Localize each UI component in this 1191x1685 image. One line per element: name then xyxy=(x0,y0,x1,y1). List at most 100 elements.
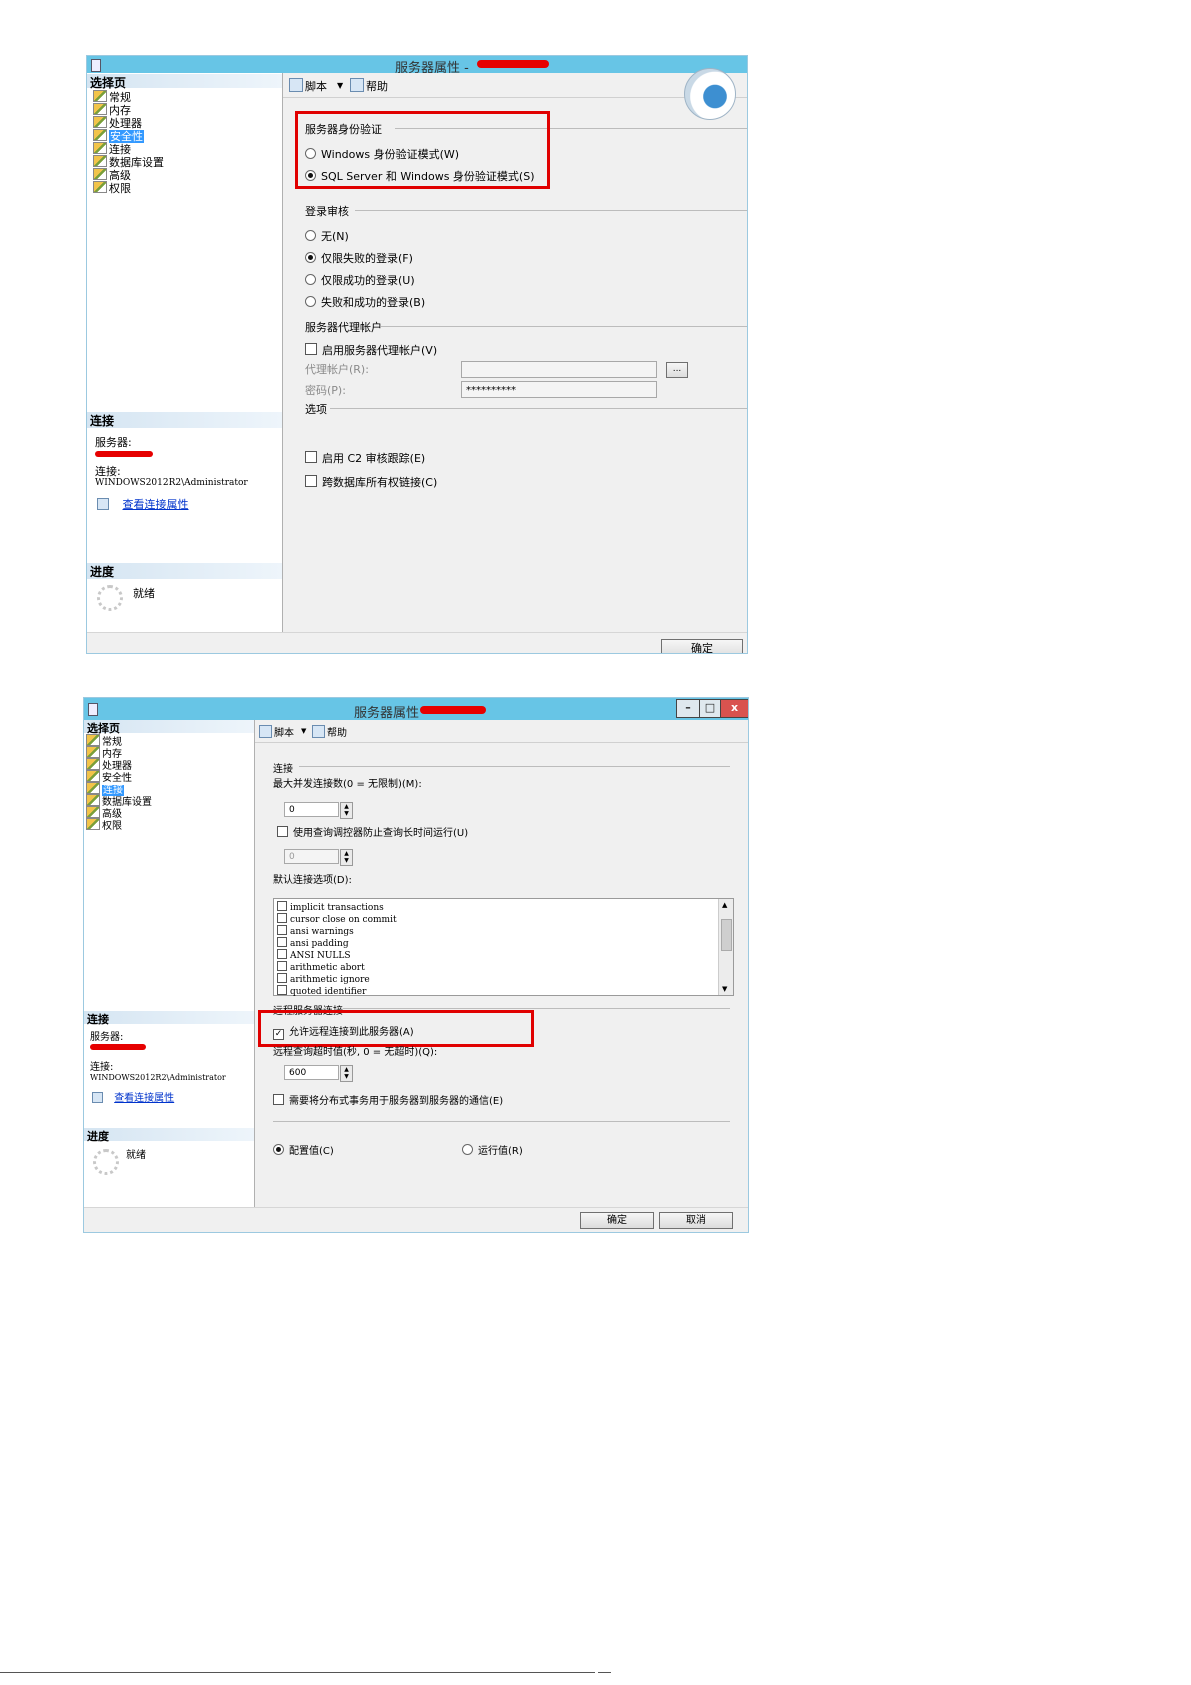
page-icon xyxy=(93,181,107,193)
cross-db-chaining-checkbox[interactable]: 跨数据库所有权链接(C) xyxy=(305,475,437,490)
checkbox[interactable] xyxy=(277,826,288,837)
divider xyxy=(355,210,747,211)
page-item-general[interactable]: 常规 xyxy=(86,734,152,748)
audit-both-radio[interactable]: 失败和成功的登录(B) xyxy=(305,296,425,310)
help-icon xyxy=(350,78,364,92)
minimize-button[interactable]: – xyxy=(676,699,700,718)
toolbar: 脚本 ▼ 帮助 xyxy=(283,73,747,98)
audit-success-radio[interactable]: 仅限成功的登录(U) xyxy=(305,274,415,288)
radio-off[interactable] xyxy=(305,296,316,307)
page-icon xyxy=(86,746,100,758)
page-item-security[interactable]: 安全性 xyxy=(93,129,164,143)
page-icon xyxy=(93,116,107,128)
script-button[interactable]: 脚本 xyxy=(259,724,294,739)
title-bar[interactable]: 服务器属性 - – □ x xyxy=(84,698,748,721)
script-button[interactable]: 脚本 xyxy=(289,78,327,94)
checkbox[interactable] xyxy=(277,949,287,959)
page-item-permissions[interactable]: 权限 xyxy=(93,181,164,195)
query-governor-checkbox[interactable]: 使用查询调控器防止查询长时间运行(U) xyxy=(277,826,468,841)
page-item-connections[interactable]: 连接 xyxy=(86,782,152,796)
checkbox[interactable] xyxy=(277,937,287,947)
scroll-up-icon[interactable]: ▲ xyxy=(722,901,727,909)
page-icon xyxy=(93,90,107,102)
page-item-security[interactable]: 安全性 xyxy=(86,770,152,784)
radio-off[interactable] xyxy=(305,274,316,285)
page-bottom-rule xyxy=(598,1672,611,1673)
query-governor-stepper[interactable]: ▲ ▼ xyxy=(340,849,353,866)
page-tree: 常规 内存 处理器 安全性 连接 数据库设置 高级 权限 xyxy=(86,734,152,832)
window-icon xyxy=(88,703,98,716)
page-item-permissions[interactable]: 权限 xyxy=(86,818,152,832)
checkbox[interactable] xyxy=(277,913,287,923)
radio-off[interactable] xyxy=(305,230,316,241)
view-connection-properties[interactable]: 查看连接属性 xyxy=(97,498,189,512)
checkbox[interactable] xyxy=(277,901,287,911)
list-item[interactable]: arithmetic ignore xyxy=(274,973,733,985)
page-item-processor[interactable]: 处理器 xyxy=(86,758,152,772)
close-button[interactable]: x xyxy=(720,699,748,718)
page-item-memory[interactable]: 内存 xyxy=(93,103,164,117)
c2-audit-checkbox[interactable]: 启用 C2 审核跟踪(E) xyxy=(305,451,425,466)
page-item-advanced[interactable]: 高级 xyxy=(93,168,164,182)
page-item-general[interactable]: 常规 xyxy=(93,90,164,104)
radio-off[interactable] xyxy=(462,1144,473,1155)
proxy-browse-button[interactable]: ... xyxy=(666,362,688,378)
checkbox[interactable] xyxy=(305,451,317,463)
query-governor-input[interactable]: 0 xyxy=(284,849,339,864)
view-connection-properties[interactable]: 查看连接属性 xyxy=(92,1092,174,1106)
cancel-button[interactable]: 取消 xyxy=(659,1212,733,1229)
script-dropdown[interactable]: ▼ xyxy=(301,727,306,735)
checkbox[interactable] xyxy=(273,1094,284,1105)
audit-none-radio[interactable]: 无(N) xyxy=(305,230,349,244)
radio-on[interactable] xyxy=(305,252,316,263)
ok-button[interactable]: 确定 xyxy=(661,639,743,653)
checkbox[interactable] xyxy=(277,961,287,971)
checkbox[interactable] xyxy=(277,925,287,935)
help-icon xyxy=(312,725,325,738)
configured-values-radio[interactable]: 配置值(C) xyxy=(273,1144,334,1159)
page-icon xyxy=(93,129,107,141)
list-item[interactable]: quoted identifier xyxy=(274,985,733,997)
audit-group-label: 登录审核 xyxy=(305,205,349,218)
help-button[interactable]: 帮助 xyxy=(350,78,388,94)
checkbox[interactable] xyxy=(305,343,317,355)
page-item-memory[interactable]: 内存 xyxy=(86,746,152,760)
list-scrollbar[interactable]: ▲ ▼ xyxy=(718,899,733,995)
password-input[interactable]: ********** xyxy=(461,381,657,398)
list-item[interactable]: cursor close on commit xyxy=(274,913,733,925)
checkbox[interactable] xyxy=(277,973,287,983)
list-item[interactable]: ANSI NULLS xyxy=(274,949,733,961)
max-connections-input[interactable]: 0 xyxy=(284,802,339,817)
proxy-account-input[interactable] xyxy=(461,361,657,378)
remote-timeout-stepper[interactable]: ▲ ▼ xyxy=(340,1065,353,1082)
default-options-list[interactable]: implicit transactions cursor close on co… xyxy=(273,898,734,997)
checkbox[interactable] xyxy=(277,985,287,995)
scroll-down-icon[interactable]: ▼ xyxy=(722,985,727,993)
list-item[interactable]: ansi padding xyxy=(274,937,733,949)
script-dropdown[interactable]: ▼ xyxy=(337,81,343,90)
page-item-database-settings[interactable]: 数据库设置 xyxy=(93,155,164,169)
checkbox[interactable] xyxy=(305,475,317,487)
proxy-enable-checkbox[interactable]: 启用服务器代理帐户(V) xyxy=(305,343,437,358)
list-item[interactable]: arithmetic abort xyxy=(274,961,733,973)
ok-button[interactable]: 确定 xyxy=(580,1212,654,1229)
dialog-footer: 确定 xyxy=(87,632,747,653)
title-bar[interactable]: 服务器属性 - xyxy=(87,56,747,76)
page-icon xyxy=(86,734,100,746)
distributed-tx-checkbox[interactable]: 需要将分布式事务用于服务器到服务器的通信(E) xyxy=(273,1094,503,1109)
remote-timeout-input[interactable]: 600 xyxy=(284,1065,339,1080)
server-properties-window-connections: 服务器属性 - – □ x 选择页 常规 内存 处理器 安全性 连接 数据库设置… xyxy=(83,697,749,1233)
list-item[interactable]: implicit transactions xyxy=(274,901,733,913)
page-item-database-settings[interactable]: 数据库设置 xyxy=(86,794,152,808)
audit-failed-radio[interactable]: 仅限失败的登录(F) xyxy=(305,252,413,266)
radio-on[interactable] xyxy=(273,1144,284,1155)
running-values-radio[interactable]: 运行值(R) xyxy=(462,1144,523,1159)
maximize-button[interactable]: □ xyxy=(699,699,721,718)
page-item-connections[interactable]: 连接 xyxy=(93,142,164,156)
list-item[interactable]: ansi warnings xyxy=(274,925,733,937)
page-item-processor[interactable]: 处理器 xyxy=(93,116,164,130)
page-icon xyxy=(86,794,100,806)
scroll-thumb[interactable] xyxy=(721,919,732,951)
max-connections-stepper[interactable]: ▲ ▼ xyxy=(340,802,353,819)
help-button[interactable]: 帮助 xyxy=(312,724,347,739)
